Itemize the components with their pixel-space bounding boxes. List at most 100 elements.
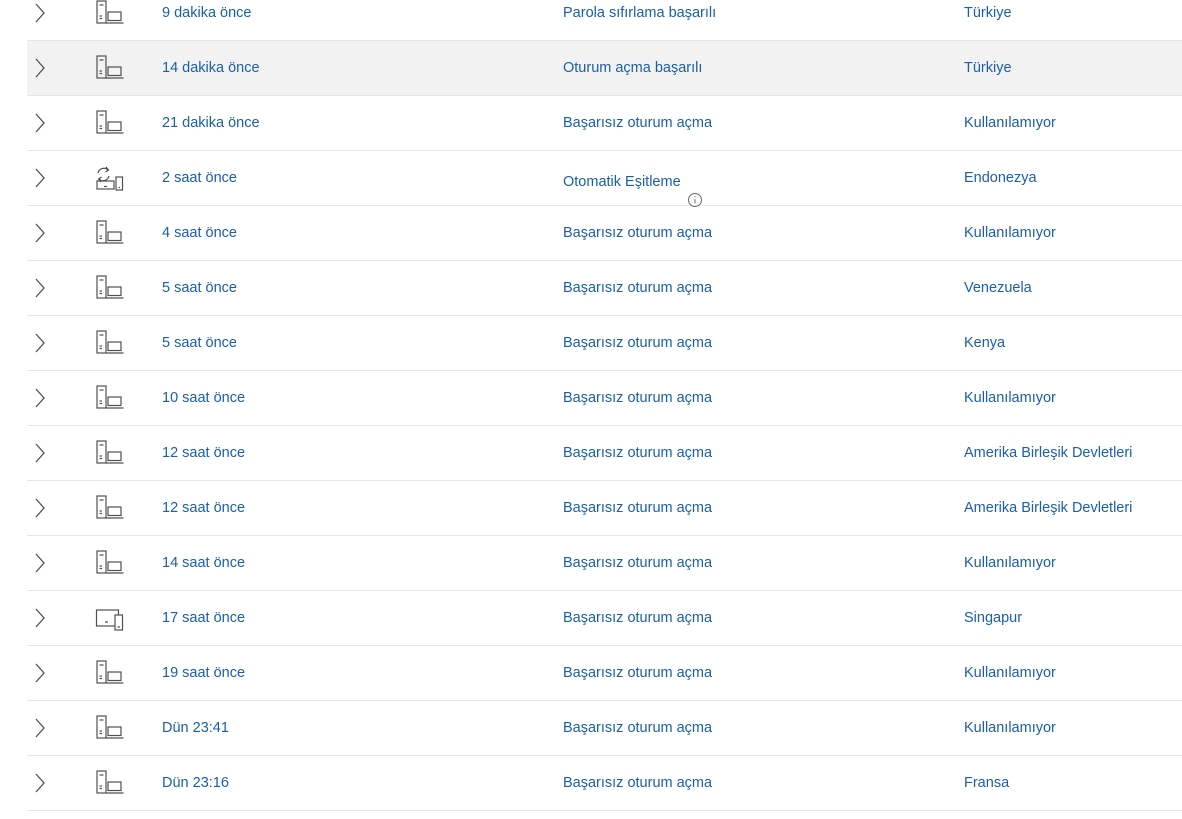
activity-type: Otomatik Eşitleme [563, 151, 703, 208]
activity-type-label: Başarısız oturum açma [563, 115, 713, 131]
activity-type: Başarısız oturum açma [563, 756, 712, 810]
computer-icon [94, 494, 126, 522]
activity-location: Kullanılamıyor [964, 390, 1056, 406]
activity-type: Başarısız oturum açma [563, 206, 712, 260]
activity-time: 4 saat önce [162, 225, 237, 241]
activity-time: 9 dakika önce [162, 5, 252, 21]
activity-time: 10 saat önce [162, 390, 246, 406]
activity-location: Türkiye [964, 60, 1012, 76]
chevron-right-icon[interactable] [33, 607, 47, 629]
activity-time: 17 saat önce [162, 610, 246, 626]
activity-row[interactable]: 12 saat önce Başarısız oturum açma Amerika… [27, 481, 1182, 536]
computer-icon [94, 329, 126, 357]
activity-type-label: Oturum açma başarılı [563, 60, 703, 76]
activity-type: Başarısız oturum açma [563, 646, 712, 700]
activity-row[interactable]: 12 saat önce Başarısız oturum açma Amerika… [27, 426, 1182, 481]
sync-devices-icon [94, 164, 126, 192]
chevron-right-icon[interactable] [33, 442, 47, 464]
computer-icon [94, 714, 126, 742]
activity-type: Parola sıfırlama başarılı [563, 0, 716, 40]
chevron-right-icon[interactable] [33, 772, 47, 794]
activity-time: 5 saat önce [162, 280, 237, 296]
activity-row[interactable]: 17 saat önce Başarısız oturum açma Singapu… [27, 591, 1182, 646]
activity-type-label: Başarısız oturum açma [563, 775, 713, 791]
activity-row[interactable]: Dün 23:41 Başarısız oturum açma Kullanılam… [27, 701, 1182, 756]
activity-time: 5 saat önce [162, 335, 237, 351]
computer-icon [94, 769, 126, 797]
activity-location: Amerika Birleşik Devletleri [964, 500, 1133, 516]
activity-time: Dün 23:41 [162, 720, 229, 736]
chevron-right-icon[interactable] [33, 277, 47, 299]
computer-icon [94, 0, 126, 27]
activity-type: Oturum açma başarılı [563, 41, 702, 95]
activity-location: Amerika Birleşik Devletleri [964, 445, 1133, 461]
activity-location: Venezuela [964, 280, 1032, 296]
activity-type-label: Başarısız oturum açma [563, 500, 713, 516]
chevron-right-icon[interactable] [33, 387, 47, 409]
chevron-right-icon[interactable] [33, 552, 47, 574]
activity-type-label: Otomatik Eşitleme [563, 174, 681, 190]
chevron-right-icon[interactable] [33, 497, 47, 519]
computer-icon [94, 659, 126, 687]
chevron-right-icon[interactable] [33, 112, 47, 134]
chevron-right-icon[interactable] [33, 167, 47, 189]
activity-row[interactable]: 4 saat önce Başarısız oturum açma Kullanıl… [27, 206, 1182, 261]
activity-time: 12 saat önce [162, 500, 246, 516]
activity-type: Başarısız oturum açma [563, 371, 712, 425]
activity-time: 14 dakika önce [162, 60, 260, 76]
activity-location: Singapur [964, 610, 1023, 626]
activity-location: Endonezya [964, 170, 1037, 186]
computer-icon [94, 384, 126, 412]
activity-row[interactable]: 14 saat önce Başarısız oturum açma Kullanı… [27, 536, 1182, 591]
activity-row[interactable]: 2 saat önce Otomatik Eşitleme Endonezya [27, 151, 1182, 208]
activity-row[interactable]: 21 dakika önce Başarısız oturum açma Kulla… [27, 96, 1182, 151]
chevron-right-icon[interactable] [33, 662, 47, 684]
activity-type-label: Parola sıfırlama başarılı [563, 5, 717, 21]
activity-row[interactable]: 5 saat önce Başarısız oturum açma Kenya [27, 316, 1182, 371]
activity-type: Başarısız oturum açma [563, 426, 712, 480]
activity-row[interactable]: 19 saat önce Başarısız oturum açma Kullanı… [27, 646, 1182, 701]
activity-time: 2 saat önce [162, 170, 237, 186]
chevron-right-icon[interactable] [33, 57, 47, 79]
activity-row[interactable]: 9 dakika önce Parola sıfırlama başarılı Tü… [27, 0, 1182, 41]
computer-icon [94, 109, 126, 137]
chevron-right-icon[interactable] [33, 2, 47, 24]
computer-icon [94, 54, 126, 82]
activity-type: Başarısız oturum açma [563, 316, 712, 370]
activity-row[interactable]: 10 saat önce Başarısız oturum açma Kullanı… [27, 371, 1182, 426]
activity-location: Fransa [964, 775, 1010, 791]
activity-row[interactable]: Dün 23:16 Başarısız oturum açma Fransa [27, 756, 1182, 811]
tablet-phone-icon [94, 604, 126, 632]
activity-row[interactable]: 5 saat önce Başarısız oturum açma Venezuel… [27, 261, 1182, 316]
computer-icon [94, 439, 126, 467]
activity-time: Dün 23:16 [162, 775, 229, 791]
chevron-right-icon[interactable] [33, 332, 47, 354]
activity-type: Başarısız oturum açma [563, 536, 712, 590]
activity-type-label: Başarısız oturum açma [563, 390, 713, 406]
computer-icon [94, 549, 126, 577]
activity-type: Başarısız oturum açma [563, 261, 712, 315]
activity-type: Başarısız oturum açma [563, 96, 712, 150]
activity-location: Kenya [964, 335, 1006, 351]
activity-type-label: Başarısız oturum açma [563, 280, 713, 296]
activity-type: Başarısız oturum açma [563, 481, 712, 535]
activity-type-label: Başarısız oturum açma [563, 610, 713, 626]
activity-type-label: Başarısız oturum açma [563, 335, 713, 351]
activity-time: 14 saat önce [162, 555, 246, 571]
computer-icon [94, 274, 126, 302]
activity-location: Kullanılamıyor [964, 720, 1056, 736]
activity-time: 21 dakika önce [162, 115, 260, 131]
info-icon[interactable] [687, 173, 703, 208]
computer-icon [94, 219, 126, 247]
activity-row[interactable]: 14 dakika önce Oturum açma başarılı Türkiy… [27, 41, 1182, 96]
activity-type-label: Başarısız oturum açma [563, 555, 713, 571]
activity-type-label: Başarısız oturum açma [563, 665, 713, 681]
activity-location: Kullanılamıyor [964, 665, 1056, 681]
activity-location: Türkiye [964, 5, 1012, 21]
activity-type: Başarısız oturum açma [563, 701, 712, 755]
activity-location: Kullanılamıyor [964, 555, 1056, 571]
activity-time: 19 saat önce [162, 665, 246, 681]
activity-type: Başarısız oturum açma [563, 591, 712, 645]
chevron-right-icon[interactable] [33, 717, 47, 739]
chevron-right-icon[interactable] [33, 222, 47, 244]
